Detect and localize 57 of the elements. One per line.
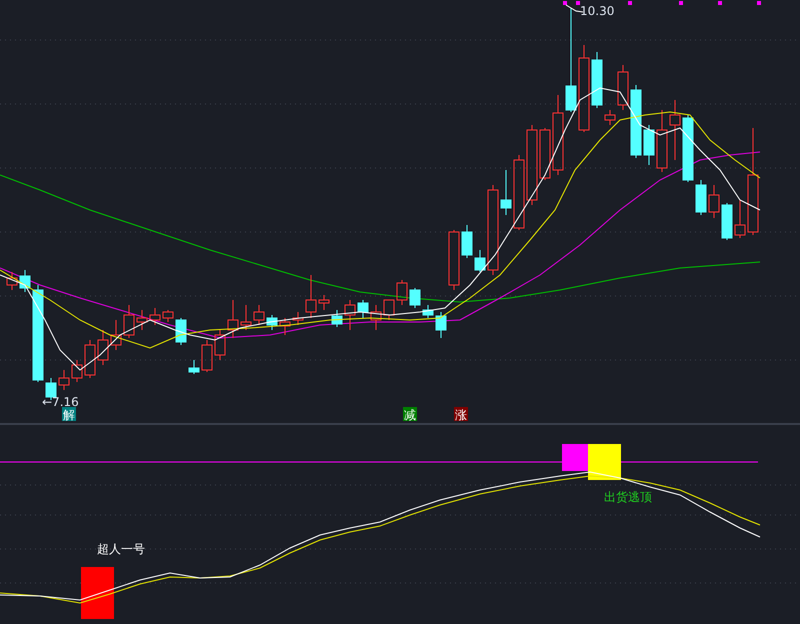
signal-block: [588, 444, 621, 480]
candlestick: [358, 300, 368, 318]
candlestick: [6, 272, 18, 290]
candlestick: [474, 250, 486, 272]
indicator-label: 超人一号: [97, 542, 145, 556]
candlestick: [266, 314, 278, 330]
candlestick: [20, 270, 30, 292]
candlestick: [254, 304, 264, 326]
candlestick: [202, 340, 212, 372]
candlestick: [136, 310, 148, 330]
candlestick: [214, 330, 226, 360]
candlestick: [228, 300, 238, 338]
signal-tag: 涨: [454, 407, 468, 422]
candlestick: [150, 308, 160, 326]
candlestick: [618, 64, 628, 110]
candlestick: [292, 312, 304, 326]
candlestick: [110, 320, 122, 350]
candlestick: [72, 360, 82, 382]
candlestick: [540, 128, 550, 180]
candlestick: [722, 202, 732, 240]
candlestick: [306, 274, 316, 318]
candlestick: [58, 370, 70, 390]
signal-tag: 解: [62, 407, 76, 422]
candlestick: [396, 280, 408, 306]
candlestick: [318, 294, 330, 310]
candlestick: [188, 360, 200, 374]
candlestick: [644, 124, 654, 166]
candlestick: [98, 330, 108, 366]
candlestick: [604, 110, 616, 126]
high-price-label: 10.30: [580, 4, 614, 18]
signal-block: [81, 567, 114, 619]
candlestick: [656, 110, 668, 172]
candlestick: [500, 170, 512, 216]
candlestick: [162, 310, 174, 322]
candlestick: [176, 318, 186, 346]
candlestick: [384, 300, 394, 320]
candlestick: [240, 304, 252, 330]
candlestick: [448, 230, 460, 290]
candlestick: [592, 52, 602, 108]
candlestick: [670, 100, 680, 160]
candlestick: [410, 288, 420, 308]
candlestick: [682, 114, 694, 182]
candlestick: [280, 318, 290, 336]
indicator-label: 出货逃顶: [604, 490, 652, 504]
candlestick: [696, 180, 706, 216]
candlestick: [370, 304, 382, 330]
candlestick: [436, 312, 446, 338]
candlestick: [734, 200, 746, 238]
signal-tag: 减: [403, 407, 417, 422]
candlestick: [332, 310, 342, 328]
low-price-label: ←7.16: [42, 395, 79, 409]
candlestick: [422, 304, 434, 318]
candlestick: [124, 304, 134, 338]
candlestick: [84, 340, 96, 378]
candlestick: [344, 300, 356, 330]
candlestick: [708, 184, 720, 218]
candlestick: [462, 224, 472, 258]
